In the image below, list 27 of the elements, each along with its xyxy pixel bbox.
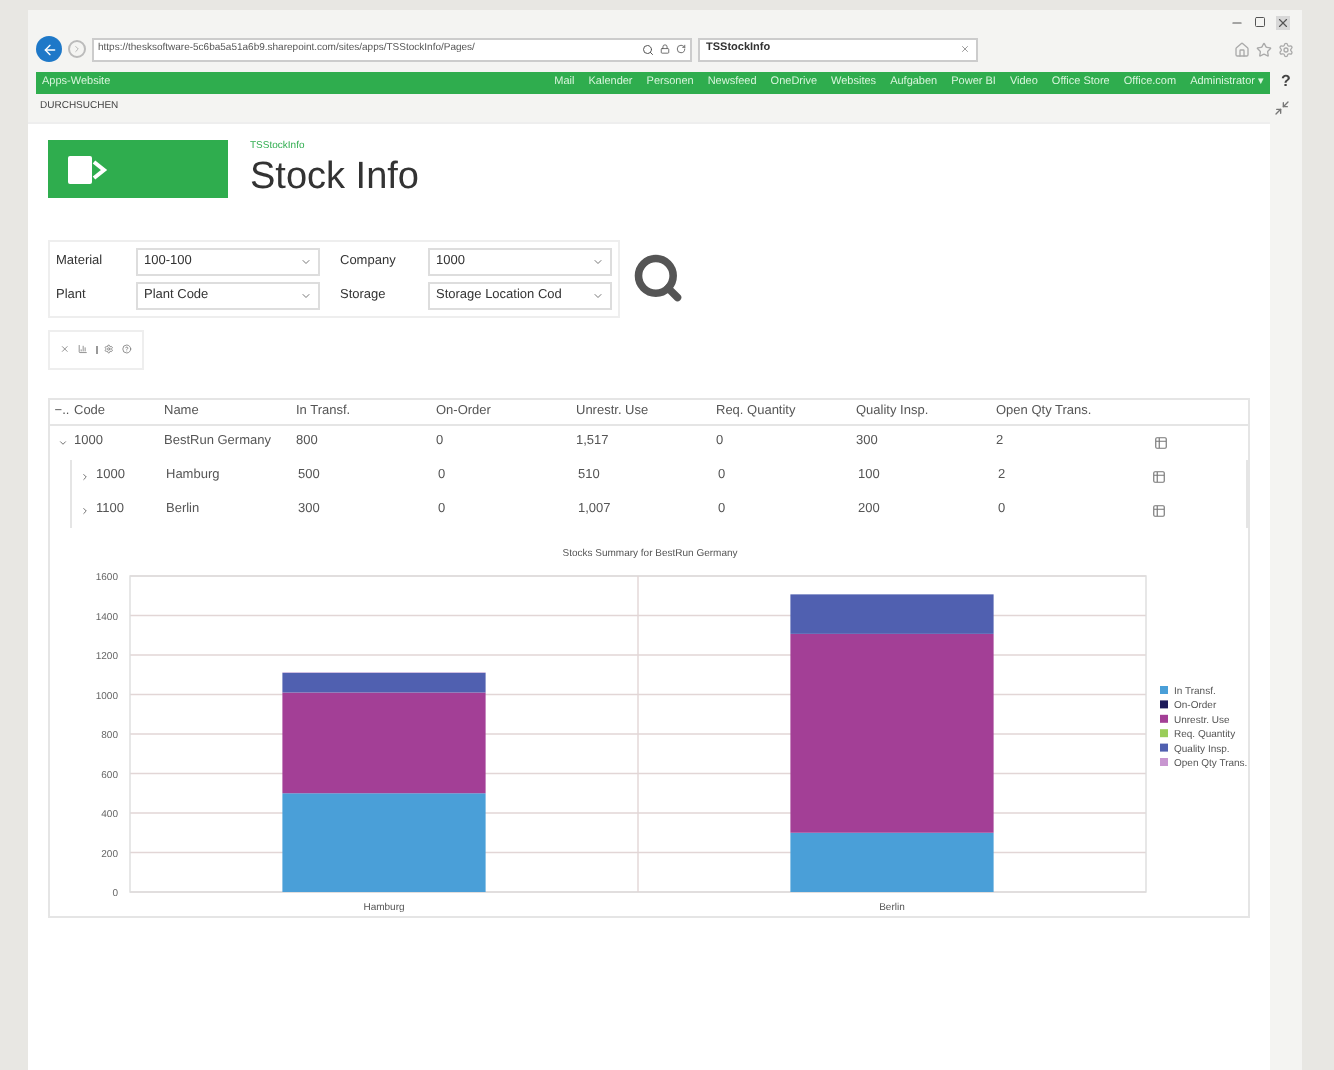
refresh-icon[interactable] (676, 44, 686, 54)
chart-icon[interactable] (77, 344, 88, 354)
dropdown-caret-icon (300, 289, 312, 301)
help-icon[interactable] (122, 344, 133, 354)
close-icon[interactable] (1276, 15, 1290, 29)
chart-toggle-icon[interactable] (1154, 435, 1168, 449)
search-icon[interactable] (632, 252, 684, 304)
chart-toggle-icon[interactable] (1152, 503, 1166, 517)
dropdown-caret-icon (592, 255, 604, 267)
chart-toggle-icon[interactable] (1152, 469, 1166, 483)
help-link[interactable]: ? (1270, 70, 1302, 94)
clear-icon[interactable] (60, 344, 70, 354)
focus-icon[interactable] (1274, 100, 1290, 116)
back-arrow-icon (41, 41, 57, 57)
forward-chevron-icon (72, 44, 82, 54)
settings-icon[interactable] (1278, 41, 1294, 57)
page-title: Stock Info (250, 155, 419, 199)
back-button[interactable] (36, 36, 62, 62)
search-icon[interactable] (642, 43, 654, 55)
lock-icon (660, 44, 670, 54)
forward-button[interactable] (68, 40, 86, 58)
home-icon[interactable] (1234, 41, 1250, 57)
dropdown-caret-icon (300, 255, 312, 267)
maximize-icon[interactable] (1254, 16, 1266, 28)
favorites-icon[interactable] (1256, 41, 1272, 57)
dropdown-caret-icon (592, 289, 604, 301)
settings-icon[interactable] (104, 344, 115, 354)
